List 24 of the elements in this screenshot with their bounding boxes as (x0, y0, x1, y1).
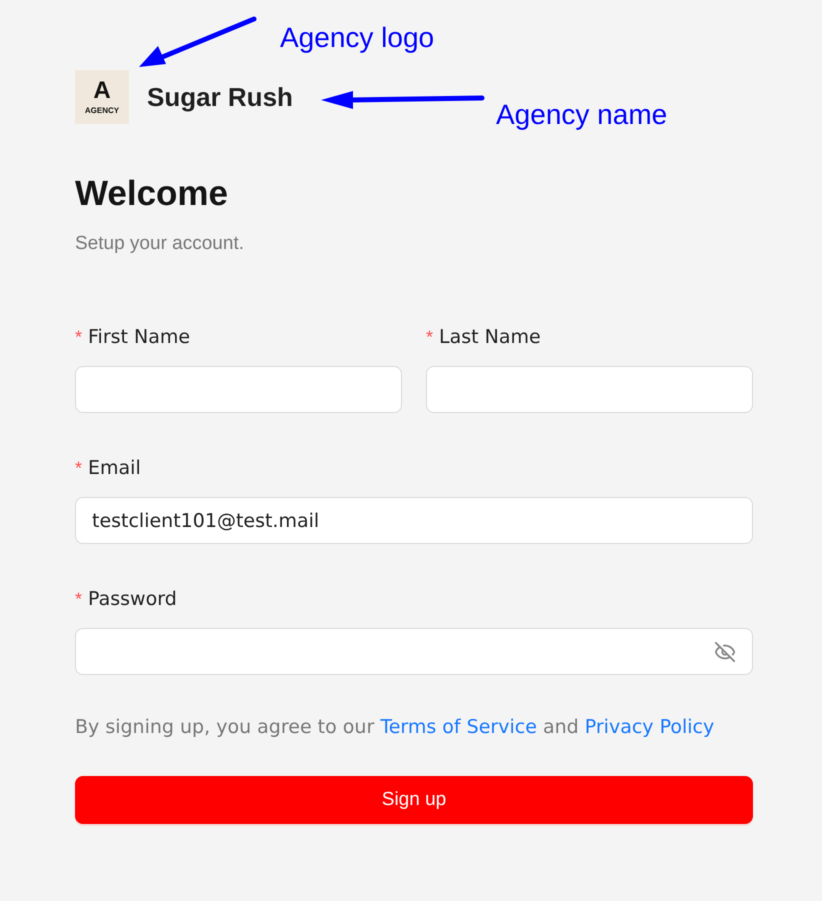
logo-caption: AGENCY (84, 107, 120, 115)
annotation-label: Agency logo (280, 24, 434, 52)
sign-up-button[interactable]: Sign up (75, 776, 753, 824)
page-title: Welcome (75, 173, 230, 215)
field-label: Password (88, 587, 177, 612)
field-label: Last Name (439, 325, 541, 350)
required-mark: * (426, 328, 434, 346)
required-mark: * (75, 459, 82, 478)
required-mark: * (75, 328, 82, 346)
required-mark: * (75, 590, 82, 608)
field-label: First Name (88, 325, 190, 350)
agency-name: Sugar Rush (147, 80, 293, 114)
field-label: Email (88, 456, 141, 481)
text-field[interactable] (75, 366, 402, 414)
password-field[interactable] (75, 628, 753, 676)
annotation-label: Agency name (496, 101, 668, 129)
privacy-link[interactable]: Privacy Policy (584, 716, 714, 738)
logo-letter: A (93, 79, 111, 103)
page-subtitle: Setup your account. (75, 232, 245, 256)
text-field[interactable] (426, 366, 753, 414)
eye-off-icon[interactable] (714, 640, 736, 663)
terms-link[interactable]: Terms of Service (380, 716, 537, 738)
email-field[interactable]: testclient101@test.mail (75, 497, 753, 544)
consent-text: By signing up, you agree to our Terms of Service and Privacy Policy (75, 715, 716, 740)
